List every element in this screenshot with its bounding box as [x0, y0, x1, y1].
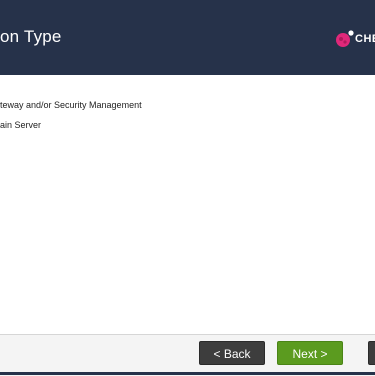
page-title: on Type [0, 27, 62, 46]
option-domain-server[interactable]: ain Server [0, 120, 41, 130]
brand-logo: CHE [334, 28, 375, 50]
logo-icon [336, 30, 354, 47]
option-gateway-security-management[interactable]: teway and/or Security Management [0, 100, 142, 110]
back-button[interactable]: < Back [199, 341, 265, 365]
wizard-header: on Type CHE [0, 0, 375, 75]
logo-text: CHE [355, 33, 375, 45]
next-button[interactable]: Next > [277, 341, 343, 365]
cancel-button[interactable] [368, 341, 375, 365]
